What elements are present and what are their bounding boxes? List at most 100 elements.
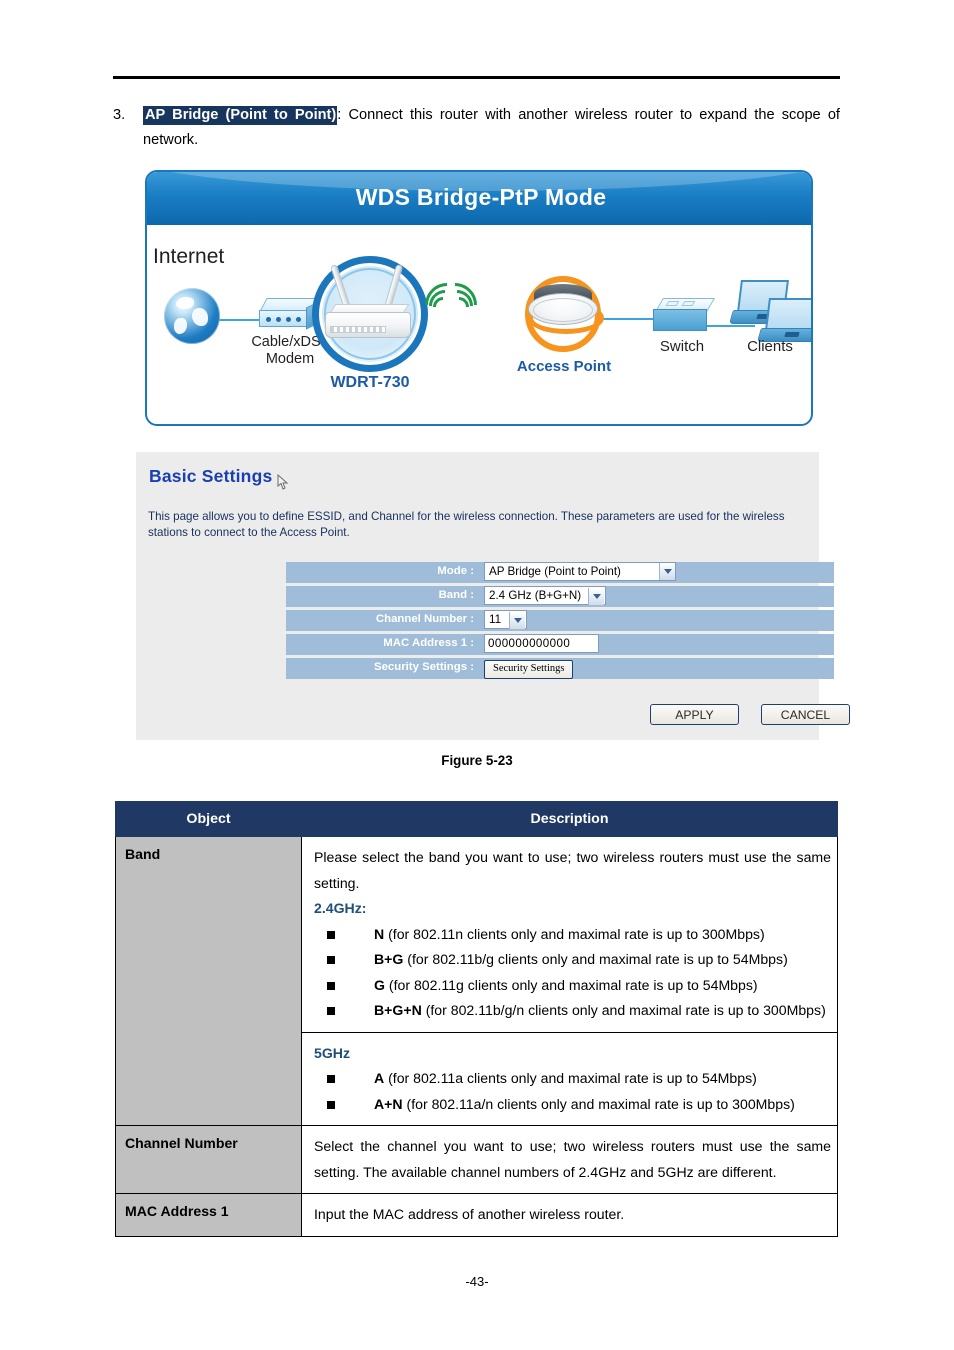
list-item: N (for 802.11n clients only and maximal … [314,922,831,948]
square-bullet-icon [327,1075,335,1083]
mode-select-value: AP Bridge (Point to Point) [489,565,621,578]
diagram-title: WDS Bridge-PtP Mode [355,184,607,210]
access-point-icon [528,284,598,326]
subheading-5ghz: 5GHz [314,1044,351,1061]
band-5ghz-list: A (for 802.11a clients only and maximal … [314,1066,831,1117]
basic-settings-panel: Basic Settings This page allows you to d… [136,452,850,740]
table-row-band-24: Band Please select the band you want to … [115,836,838,1126]
channel-number-select[interactable]: 11 [484,610,527,629]
security-settings-button[interactable]: Security Settings [484,660,574,679]
band-field-cell: 2.4 GHz (B+G+N) [480,586,834,607]
square-bullet-icon [327,1100,335,1109]
header-description: Description [301,801,838,837]
description-band-24ghz: Please select the band you want to use; … [301,836,838,1033]
mode-select[interactable]: AP Bridge (Point to Point) [484,562,676,581]
subheading-24ghz: 2.4GHz: [314,900,367,916]
channel-number-text: Select the channel you want to use; two … [314,1138,831,1180]
globe-icon [164,288,220,344]
switch-icon [653,298,716,334]
square-bullet-icon [327,1007,335,1015]
bullet-text: (for 802.11b/g clients only and maximal … [407,951,788,967]
list-item: B+G+N (for 802.11b/g/n clients only and … [314,998,831,1024]
table-row-mac-address: MAC Address 1 Input the MAC address of a… [115,1193,838,1237]
list-item: G (for 802.11g clients only and maximal … [314,973,831,999]
table-row-channel-number: Channel Number Select the channel you wa… [115,1125,838,1194]
panel-title: Basic Settings [149,466,273,486]
cancel-button[interactable]: CANCEL [761,704,850,725]
intro-text: AP Bridge (Point to Point): Connect this… [143,103,840,153]
header-divider [113,76,840,79]
internet-label: Internet [153,245,225,268]
bullet-text: (for 802.11g clients only and maximal ra… [388,976,758,993]
object-mac-address: MAC Address 1 [115,1193,302,1237]
mode-label: Mode : [286,562,480,583]
settings-form: Mode : AP Bridge (Point to Point) Band : [286,562,834,682]
bullet-text: (for 802.11n clients only and maximal ra… [388,925,765,942]
channel-number-value: 11 [489,613,502,626]
bullet-term: G [374,976,385,993]
channel-number-label: Channel Number : [286,610,480,631]
bullet-term: B+G+N [374,1002,422,1018]
list-item: B+G (for 802.11b/g clients only and maxi… [314,947,831,973]
bullet-term: A [374,1070,385,1086]
band-select-value: 2.4 GHz (B+G+N) [489,589,582,602]
network-diagram: WDS Bridge-PtP Mode Internet Cable/xDSL … [145,170,813,426]
band-label: Band : [286,586,480,607]
band-intro-text: Please select the band you want to use; … [314,849,831,891]
form-row-channel: Channel Number : 11 [286,610,834,631]
diagram-canvas: Internet Cable/xDSL Modem WDRT-730 Acces… [147,226,811,424]
cursor-pointer-icon [275,474,291,492]
object-channel-number: Channel Number [115,1125,302,1194]
list-item: A+N (for 802.11a/n clients only and maxi… [314,1092,831,1118]
square-bullet-icon [327,930,335,939]
form-row-band: Band : 2.4 GHz (B+G+N) [286,586,834,607]
figure-caption: Figure 5-23 [441,753,513,768]
access-point-label: Access Point [516,358,612,375]
intro-paragraph: 3. AP Bridge (Point to Point): Connect t… [113,103,840,153]
highlighted-term: AP Bridge (Point to Point) [143,106,338,125]
mac-field-cell: 000000000000 [480,634,834,655]
description-mac-address: Input the MAC address of another wireles… [301,1193,838,1237]
form-row-security: Security Settings : Security Settings [286,658,834,679]
form-row-mac: MAC Address 1 : 000000000000 [286,634,834,655]
band-24ghz-list: N (for 802.11n clients only and maximal … [314,922,831,1024]
switch-label: Switch [659,338,705,355]
bullet-text: (for 802.11a clients only and maximal ra… [388,1070,757,1086]
header-object: Object [115,801,302,837]
bullet-text: (for 802.11b/g/n clients only and maxima… [425,1002,826,1018]
channel-field-cell: 11 [480,610,834,631]
panel-action-buttons: APPLY CANCEL [650,704,850,725]
modem-icon [259,298,319,330]
chevron-down-icon [509,612,525,629]
security-settings-label: Security Settings : [286,658,480,679]
square-bullet-icon [327,956,335,964]
clients-label: Clients [747,338,793,355]
security-field-cell: Security Settings [480,658,834,679]
list-item: A (for 802.11a clients only and maximal … [314,1066,831,1092]
band-select[interactable]: 2.4 GHz (B+G+N) [484,586,606,605]
document-page: 3. AP Bridge (Point to Point): Connect t… [0,0,954,1350]
mac-address-text: Input the MAC address of another wireles… [314,1206,625,1222]
router-label: WDRT-730 [330,374,410,391]
chevron-down-icon [659,563,675,580]
object-description-table: Object Description Band Please select th… [115,801,838,1237]
bullet-term: N [374,925,385,942]
link-ap-switch [597,318,655,320]
apply-button[interactable]: APPLY [650,704,739,725]
bullet-term: A+N [374,1095,403,1112]
chevron-down-icon [588,588,604,605]
mode-field-cell: AP Bridge (Point to Point) [480,562,834,583]
form-row-mode: Mode : AP Bridge (Point to Point) [286,562,834,583]
object-band: Band [115,836,302,1126]
description-band-5ghz: 5GHz A (for 802.11a clients only and max… [301,1031,838,1126]
list-number: 3. [113,107,126,123]
description-channel-number: Select the channel you want to use; two … [301,1125,838,1194]
bullet-text: (for 802.11a/n clients only and maximal … [406,1095,795,1112]
square-bullet-icon [327,981,335,990]
bullet-term: B+G [374,951,404,967]
router-icon [325,312,411,338]
table-header-row: Object Description [115,801,838,837]
panel-description: This page allows you to define ESSID, an… [148,510,785,539]
mac-address-label: MAC Address 1 : [286,634,480,655]
mac-address-input[interactable]: 000000000000 [484,634,599,653]
